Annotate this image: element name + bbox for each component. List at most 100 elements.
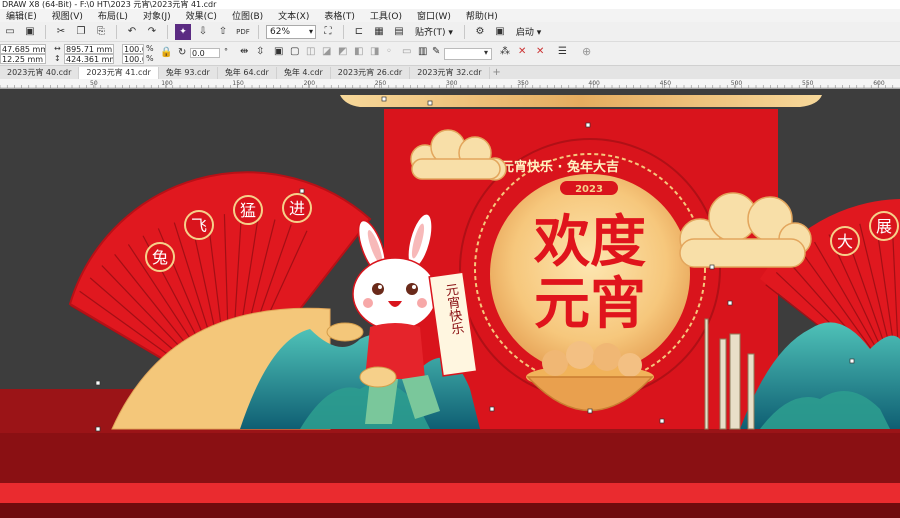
- year-badges: 2023: [560, 181, 618, 195]
- menu-layout[interactable]: 布局(L): [98, 9, 128, 22]
- zoom-select[interactable]: 62%: [266, 24, 316, 39]
- menu-bitmaps[interactable]: 位图(B): [232, 9, 263, 22]
- menu-help[interactable]: 帮助(H): [466, 9, 498, 22]
- stage-strip: [0, 483, 900, 503]
- ruler-label: 150: [232, 80, 244, 87]
- separator: [343, 24, 344, 39]
- ungroup-icon[interactable]: ▢: [290, 47, 299, 57]
- x-position-field[interactable]: 47.685 mm: [0, 44, 46, 54]
- align-icon[interactable]: ▥: [418, 47, 427, 57]
- undo-icon[interactable]: ↶: [124, 24, 140, 40]
- full-screen-icon[interactable]: ⛶: [320, 24, 336, 40]
- lock-ratio-icon[interactable]: 🔒: [160, 48, 172, 58]
- banner-text: 元宵快乐 · 兔年大吉: [501, 159, 619, 175]
- separator: [463, 24, 465, 39]
- snap-label: 贴齐(T): [415, 28, 446, 38]
- open-icon[interactable]: ▭: [2, 24, 18, 40]
- ruler-label: 100: [161, 80, 173, 87]
- intersect-icon[interactable]: ◩: [338, 47, 347, 57]
- front-minus-back-icon[interactable]: ◨: [370, 47, 379, 57]
- menu-window[interactable]: 窗口(W): [417, 9, 451, 22]
- export-icon[interactable]: ⇧: [215, 24, 231, 40]
- ruler-label: 500: [731, 80, 743, 87]
- group-icon[interactable]: ▣: [274, 47, 283, 57]
- ruler-label: 400: [588, 80, 600, 87]
- rotation-field[interactable]: 0.0: [190, 48, 220, 58]
- tab-document[interactable]: 2023元宵 32.cdr: [410, 67, 490, 79]
- pdf-icon[interactable]: PDF: [235, 24, 251, 40]
- mirror-horizontal-icon[interactable]: ⇹: [240, 47, 248, 57]
- property-bar: 47.685 mm 12.25 mm ↔ ↕ 895.71 mm 424.361…: [0, 42, 900, 66]
- scale-y-field[interactable]: 100.0: [122, 54, 144, 64]
- drawing-canvas[interactable]: 兔 飞 猛 进 大 展 元宵快乐 · 兔年大吉 2023 欢度 元宵 元宵快乐: [0, 89, 900, 518]
- weld-icon[interactable]: ◫: [306, 47, 315, 57]
- outline-pen-icon[interactable]: ✎: [432, 47, 440, 57]
- menu-tools[interactable]: 工具(O): [370, 9, 402, 22]
- separator: [167, 24, 168, 39]
- tab-document[interactable]: 兔年 64.cdr: [218, 67, 277, 79]
- chevron-down-icon[interactable]: ▾: [484, 48, 488, 58]
- options-gear-icon[interactable]: ⚙: [472, 24, 488, 40]
- rulers-icon[interactable]: ⊏: [351, 24, 367, 40]
- stage-shadow: [0, 503, 900, 518]
- corel-icon[interactable]: ✦: [175, 23, 191, 40]
- year-text: 2023: [575, 184, 603, 195]
- fan-char: 大: [837, 232, 853, 251]
- degree-label: °: [224, 47, 228, 56]
- menu-view[interactable]: 视图(V): [52, 9, 83, 22]
- ruler-label: 250: [375, 80, 387, 87]
- menu-object[interactable]: 对象(J): [143, 9, 171, 22]
- headline-line2: 元宵: [534, 272, 646, 337]
- separator: [45, 24, 46, 39]
- ruler-label: 300: [446, 80, 458, 87]
- new-tab-icon[interactable]: +: [490, 67, 504, 79]
- menu-effects[interactable]: 效果(C): [186, 9, 217, 22]
- launch-label: 启动: [515, 28, 534, 38]
- percent-label: %: [146, 54, 154, 63]
- save-icon[interactable]: ▣: [22, 24, 38, 40]
- tab-document[interactable]: 兔年 93.cdr: [159, 67, 218, 79]
- ruler-label: 350: [517, 80, 529, 87]
- back-minus-front-icon[interactable]: ◦: [386, 47, 392, 57]
- separator: [116, 24, 117, 39]
- wrap-text-icon[interactable]: ⁂: [500, 47, 510, 57]
- top-gold-bar: [340, 95, 822, 107]
- stage-front: [0, 433, 900, 483]
- break-apart-icon[interactable]: ✕: [518, 47, 526, 57]
- tab-document[interactable]: 兔年 4.cdr: [277, 67, 331, 79]
- menu-text[interactable]: 文本(X): [278, 9, 309, 22]
- menu-table[interactable]: 表格(T): [324, 9, 355, 22]
- tab-document[interactable]: 2023元宵 40.cdr: [0, 67, 80, 79]
- application-launcher-icon[interactable]: ▣: [492, 24, 508, 40]
- tab-document-active[interactable]: 2023元宵 41.cdr: [79, 67, 159, 79]
- scale-x-field[interactable]: 100.0: [122, 44, 144, 54]
- import-icon[interactable]: ⇩: [195, 24, 211, 40]
- delete-icon[interactable]: ✕: [536, 47, 544, 57]
- order-icon[interactable]: ☰: [558, 47, 567, 57]
- cut-icon[interactable]: ✂: [53, 24, 69, 40]
- add-icon[interactable]: ⊕: [582, 46, 591, 57]
- create-boundary-icon[interactable]: ▭: [402, 47, 411, 57]
- fan-char: 展: [876, 217, 892, 236]
- grid-icon[interactable]: ▦: [371, 24, 387, 40]
- menu-edit[interactable]: 编辑(E): [6, 9, 37, 22]
- simplify-icon[interactable]: ◧: [354, 47, 363, 57]
- width-field[interactable]: 895.71 mm: [64, 44, 114, 54]
- launch-dropdown[interactable]: 启动 ▾: [512, 25, 545, 38]
- fan-char: 进: [289, 199, 305, 218]
- height-field[interactable]: 424.361 mm: [64, 54, 114, 64]
- ruler-label: 200: [304, 80, 316, 87]
- redo-icon[interactable]: ↷: [144, 24, 160, 40]
- fan-char: 飞: [191, 216, 207, 235]
- ruler-label: 550: [802, 80, 814, 87]
- ruler-label: 600: [873, 80, 885, 87]
- copy-icon[interactable]: ❐: [73, 24, 89, 40]
- snap-to-dropdown[interactable]: 贴齐(T) ▾: [411, 25, 457, 38]
- mirror-vertical-icon[interactable]: ⇳: [256, 47, 264, 57]
- tab-document[interactable]: 2023元宵 26.cdr: [331, 67, 411, 79]
- guidelines-icon[interactable]: ▤: [391, 24, 407, 40]
- y-position-field[interactable]: 12.25 mm: [0, 54, 46, 64]
- trim-icon[interactable]: ◪: [322, 47, 331, 57]
- paste-icon[interactable]: ⎘: [93, 24, 109, 40]
- menu-bar: 编辑(E) 视图(V) 布局(L) 对象(J) 效果(C) 位图(B) 文本(X…: [0, 9, 900, 22]
